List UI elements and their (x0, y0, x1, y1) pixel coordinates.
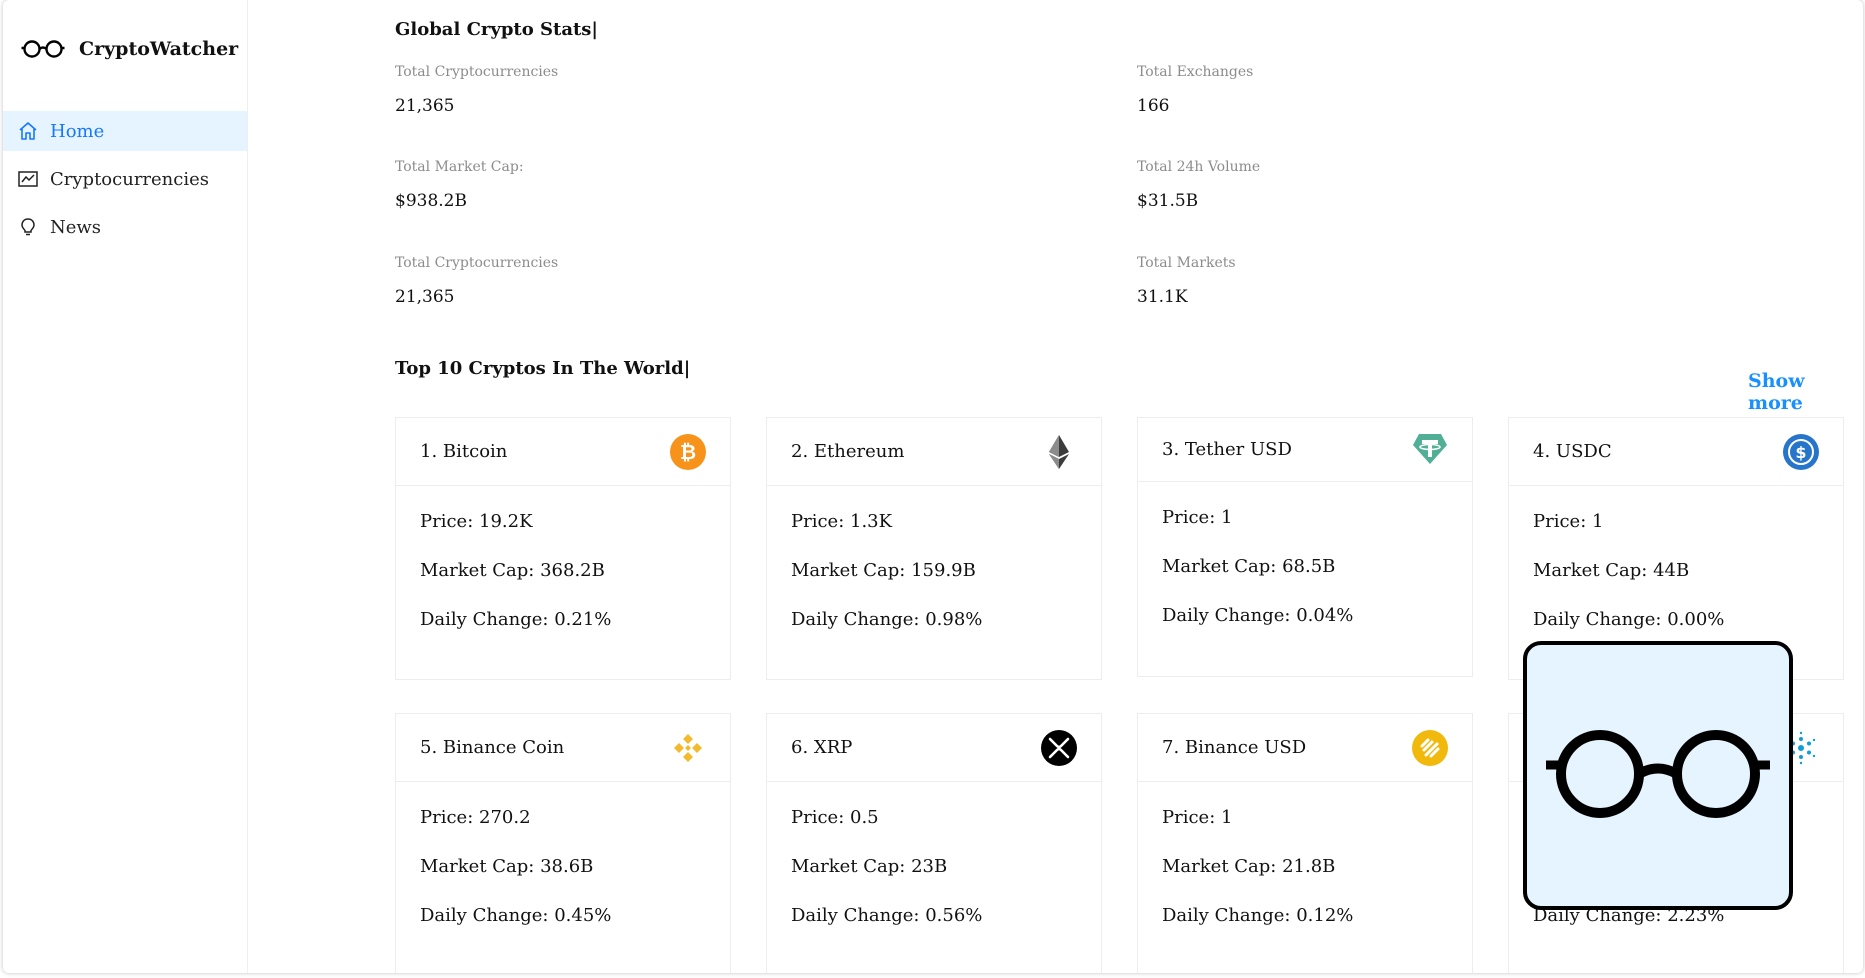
stat-label: Total 24h Volume (1137, 159, 1261, 175)
stat-label: Total Cryptocurrencies (395, 64, 559, 80)
card-header: 3. Tether USD (1138, 418, 1472, 482)
card-market-cap: Market Cap: 68.5B (1162, 556, 1336, 577)
card-body: Price: 1 Market Cap: 21.8B Daily Change:… (1138, 782, 1472, 973)
card-market-cap: Market Cap: 38.6B (420, 856, 594, 877)
binance-usd-icon (1412, 730, 1448, 766)
stat-value: 31.1K (1137, 287, 1188, 307)
stat-total-cryptocurrencies: Total Cryptocurrencies 21,365 (395, 64, 558, 116)
logo[interactable]: CryptoWatcher (21, 38, 238, 60)
stat-value: $31.5B (1137, 191, 1199, 211)
card-market-cap: Market Cap: 23B (791, 856, 948, 877)
top-cryptos-title: Top 10 Cryptos In The World| (395, 358, 691, 379)
show-more-link[interactable]: Show more (1748, 370, 1863, 414)
card-header: 1. Bitcoin ₿ (396, 418, 730, 486)
ethereum-icon (1041, 434, 1077, 470)
card-header: 7. Binance USD (1138, 714, 1472, 782)
binance-icon (670, 730, 706, 766)
sidebar-menu: Home Cryptocurrencies News (3, 111, 247, 255)
stat-value: 21,365 (395, 96, 455, 116)
card-daily-change: Daily Change: 0.56% (791, 905, 983, 926)
bitcoin-icon: ₿ (670, 434, 706, 470)
app-window: CryptoWatcher Home Cryptocurrencies News (3, 0, 1863, 973)
xrp-icon (1041, 730, 1077, 766)
card-title: 6. XRP (791, 737, 853, 758)
sidebar-item-label: News (50, 216, 102, 238)
card-price: Price: 1 (1533, 511, 1604, 532)
stat-total-market-cap: Total Market Cap: $938.2B (395, 159, 524, 211)
glasses-overlay-badge (1523, 641, 1793, 910)
stat-total-exchanges: Total Exchanges 166 (1137, 64, 1253, 116)
card-price: Price: 270.2 (420, 807, 531, 828)
global-stats-title: Global Crypto Stats| (395, 19, 598, 40)
sidebar-item-home[interactable]: Home (3, 111, 247, 151)
crypto-card-binance-coin[interactable]: 5. Binance Coin Price: 270.2 Market Cap:… (395, 713, 731, 973)
card-header: 2. Ethereum (767, 418, 1101, 486)
card-price: Price: 1 (1162, 807, 1233, 828)
bulb-icon (18, 216, 40, 238)
card-market-cap: Market Cap: 21.8B (1162, 856, 1336, 877)
card-daily-change: Daily Change: 0.12% (1162, 905, 1354, 926)
stat-total-24h-volume: Total 24h Volume $31.5B (1137, 159, 1260, 211)
card-body: Price: 1 Market Cap: 68.5B Daily Change:… (1138, 482, 1472, 677)
sidebar-item-cryptocurrencies[interactable]: Cryptocurrencies (3, 159, 247, 199)
card-body: Price: 1.3K Market Cap: 159.9B Daily Cha… (767, 486, 1101, 681)
card-daily-change: Daily Change: 0.21% (420, 609, 612, 630)
stat-value: 21,365 (395, 287, 455, 307)
svg-text:₿: ₿ (680, 440, 696, 464)
crypto-card-tether[interactable]: 3. Tether USD Price: 1 Market Cap: 68.5B… (1137, 417, 1473, 677)
card-title: 3. Tether USD (1162, 439, 1292, 460)
card-header: 5. Binance Coin (396, 714, 730, 782)
card-title: 4. USDC (1533, 441, 1612, 462)
stat-label: Total Markets (1137, 255, 1236, 271)
card-body: Price: 19.2K Market Cap: 368.2B Daily Ch… (396, 486, 730, 681)
card-daily-change: Daily Change: 2.23% (1533, 905, 1725, 926)
sidebar-divider (247, 0, 248, 973)
stat-value: 166 (1137, 96, 1170, 116)
stat-label: Total Exchanges (1137, 64, 1254, 80)
crypto-card-ethereum[interactable]: 2. Ethereum Price: 1.3K Market Cap: 159.… (766, 417, 1102, 680)
stat-label: Total Cryptocurrencies (395, 255, 559, 271)
sidebar-item-label: Home (50, 120, 105, 142)
card-body: Price: 270.2 Market Cap: 38.6B Daily Cha… (396, 782, 730, 973)
tether-icon (1412, 431, 1448, 467)
card-price: Price: 1 (1162, 507, 1233, 528)
card-daily-change: Daily Change: 0.98% (791, 609, 983, 630)
chart-icon (18, 168, 40, 190)
stat-total-cryptocurrencies-2: Total Cryptocurrencies 21,365 (395, 255, 558, 307)
card-market-cap: Market Cap: 159.9B (791, 560, 976, 581)
card-market-cap: Market Cap: 44B (1533, 560, 1690, 581)
sidebar: CryptoWatcher Home Cryptocurrencies News (3, 0, 248, 250)
home-icon (18, 120, 40, 142)
crypto-card-xrp[interactable]: 6. XRP Price: 0.5 Market Cap: 23B Daily … (766, 713, 1102, 973)
card-header: 4. USDC $ (1509, 418, 1843, 486)
card-title: 2. Ethereum (791, 441, 905, 462)
crypto-card-bitcoin[interactable]: 1. Bitcoin ₿ Price: 19.2K Market Cap: 36… (395, 417, 731, 680)
sidebar-item-label: Cryptocurrencies (50, 168, 209, 190)
card-title: 5. Binance Coin (420, 737, 565, 758)
crypto-card-binance-usd[interactable]: 7. Binance USD Price: 1 Market Cap: 21.8… (1137, 713, 1473, 973)
app-name: CryptoWatcher (79, 38, 239, 60)
card-header: 6. XRP (767, 714, 1101, 782)
card-price: Price: 1.3K (791, 511, 893, 532)
stat-value: $938.2B (395, 191, 467, 211)
card-body: Price: 0.5 Market Cap: 23B Daily Change:… (767, 782, 1101, 973)
card-daily-change: Daily Change: 0.45% (420, 905, 612, 926)
usdc-icon: $ (1783, 434, 1819, 470)
svg-text:$: $ (1795, 443, 1806, 462)
card-daily-change: Daily Change: 0.04% (1162, 605, 1354, 626)
stat-label: Total Market Cap: (395, 159, 524, 175)
card-title: 7. Binance USD (1162, 737, 1307, 758)
sidebar-item-news[interactable]: News (3, 207, 247, 247)
card-price: Price: 0.5 (791, 807, 879, 828)
card-price: Price: 19.2K (420, 511, 533, 532)
card-title: 1. Bitcoin (420, 441, 508, 462)
stat-total-markets: Total Markets 31.1K (1137, 255, 1236, 307)
glasses-logo-icon (21, 39, 65, 59)
glasses-icon (1546, 727, 1770, 825)
card-market-cap: Market Cap: 368.2B (420, 560, 605, 581)
